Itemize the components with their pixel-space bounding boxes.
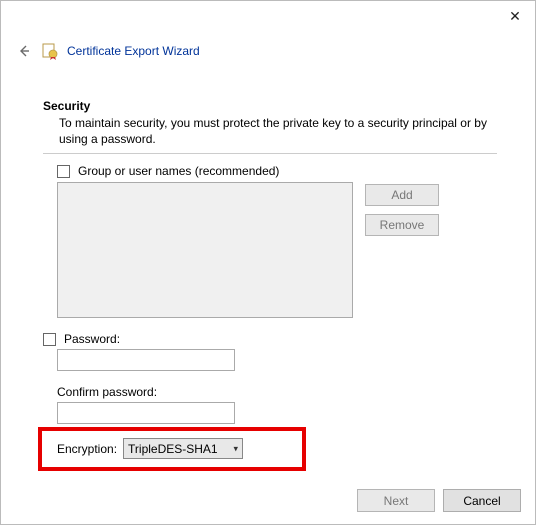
encryption-label: Encryption:: [57, 442, 117, 456]
certificate-icon: [41, 42, 59, 60]
add-button[interactable]: Add: [365, 184, 439, 206]
password-row: Password:: [43, 332, 497, 346]
close-icon: ✕: [509, 8, 521, 25]
chevron-down-icon: ▾: [234, 443, 239, 454]
wizard-footer: Next Cancel: [357, 489, 521, 512]
section-heading: Security: [43, 99, 497, 113]
wizard-window: ✕ Certificate Export Wizard Security To …: [0, 0, 536, 525]
section-description: To maintain security, you must protect t…: [59, 115, 497, 147]
group-users-listbox[interactable]: [57, 182, 353, 318]
password-block: Password:: [57, 332, 497, 371]
encryption-dropdown[interactable]: TripleDES-SHA1 ▾: [123, 438, 243, 459]
encryption-value: TripleDES-SHA1: [128, 442, 218, 456]
wizard-header: Certificate Export Wizard: [15, 37, 521, 65]
group-users-checkbox[interactable]: [57, 165, 70, 178]
titlebar-controls: ✕: [501, 5, 529, 27]
close-button[interactable]: ✕: [501, 5, 529, 27]
wizard-content: Security To maintain security, you must …: [43, 99, 497, 459]
back-button[interactable]: [15, 42, 33, 60]
confirm-password-input[interactable]: [57, 402, 235, 424]
password-input[interactable]: [57, 349, 235, 371]
encryption-row: Encryption: TripleDES-SHA1 ▾: [57, 438, 497, 459]
remove-button[interactable]: Remove: [365, 214, 439, 236]
group-users-area: Add Remove: [57, 182, 497, 318]
group-users-label: Group or user names (recommended): [78, 164, 279, 178]
confirm-password-block: Confirm password:: [57, 385, 497, 424]
next-button[interactable]: Next: [357, 489, 435, 512]
confirm-password-label: Confirm password:: [57, 385, 497, 399]
password-checkbox[interactable]: [43, 333, 56, 346]
cancel-button[interactable]: Cancel: [443, 489, 521, 512]
group-users-buttons: Add Remove: [365, 184, 439, 318]
back-arrow-icon: [16, 43, 32, 59]
password-label: Password:: [64, 332, 120, 346]
wizard-title: Certificate Export Wizard: [67, 44, 200, 58]
divider: [43, 153, 497, 154]
group-users-row: Group or user names (recommended): [57, 164, 497, 178]
